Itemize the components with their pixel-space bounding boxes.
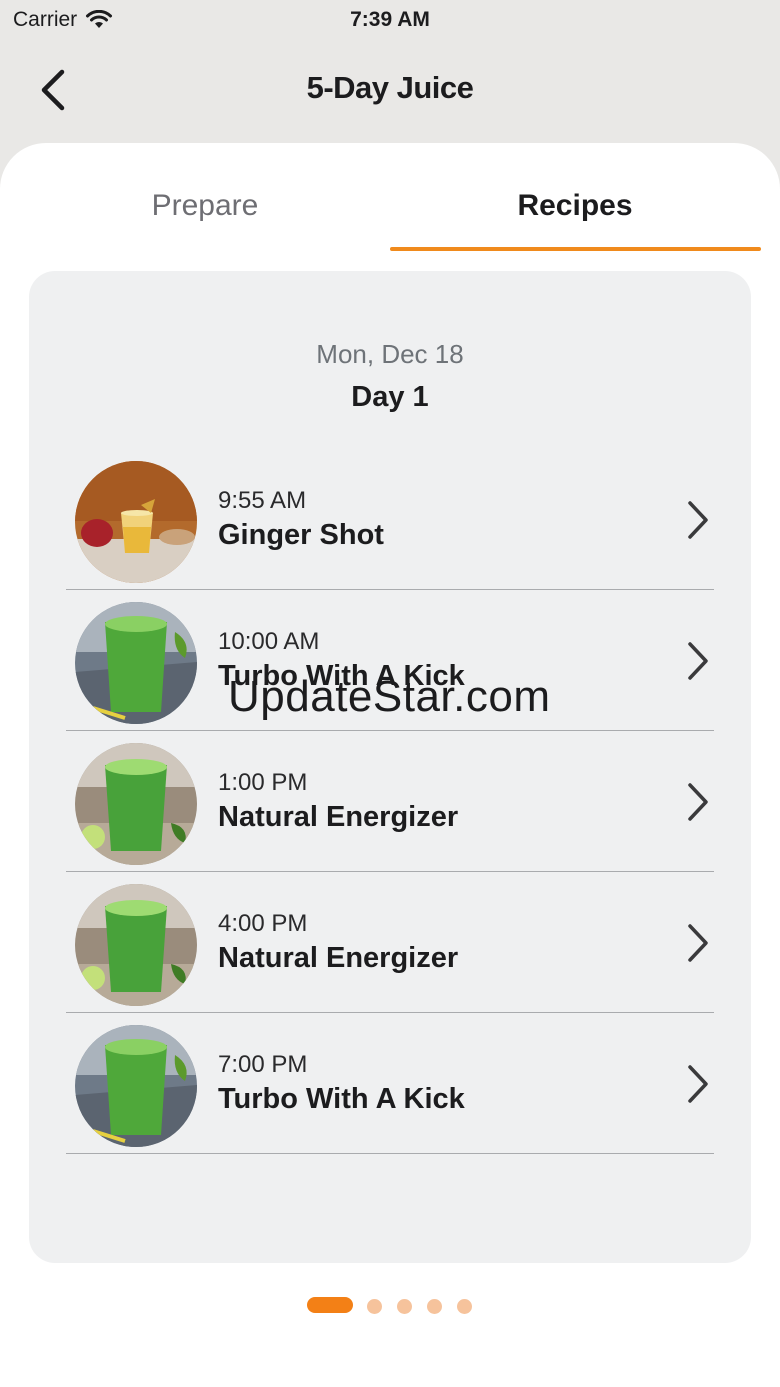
page-dot [427, 1299, 442, 1314]
green-juice-photo [75, 1025, 197, 1147]
recipe-name: Natural Energizer [218, 801, 459, 833]
tab-recipes[interactable]: Recipes [390, 189, 760, 229]
recipe-time: 10:00 AM [218, 628, 320, 655]
content-sheet: Prepare Recipes Mon, Dec 18 Day 1 9:55 A… [0, 143, 780, 1387]
green-juice-photo [75, 743, 197, 865]
page-title: 5-Day Juice [306, 70, 474, 105]
tab-bar: Prepare Recipes [0, 143, 780, 253]
day-date: Mon, Dec 18 [316, 339, 464, 369]
chevron-right-icon [688, 1065, 708, 1103]
green-juice-photo [75, 602, 197, 724]
recipe-row-ginger-shot[interactable]: 9:55 AM Ginger Shot [66, 449, 714, 590]
page-dot [397, 1299, 412, 1314]
nav-bar: 5-Day Juice [0, 50, 780, 130]
recipe-row-natural-energizer[interactable]: 1:00 PM Natural Energizer [66, 731, 714, 872]
recipe-row-turbo-with-a-kick[interactable]: 7:00 PM Turbo With A Kick [66, 1013, 714, 1154]
recipe-row-natural-energizer[interactable]: 4:00 PM Natural Energizer [66, 872, 714, 1013]
status-time: 7:39 AM [350, 8, 430, 31]
day-card: Mon, Dec 18 Day 1 9:55 AM Ginger Shot 10… [29, 271, 751, 1263]
chevron-right-icon [688, 642, 708, 680]
recipe-list: 9:55 AM Ginger Shot 10:00 AM Turbo With … [66, 449, 714, 1154]
recipe-row-turbo-with-a-kick[interactable]: 10:00 AM Turbo With A Kick [66, 590, 714, 731]
recipe-name: Turbo With A Kick [218, 660, 465, 692]
chevron-right-icon [688, 924, 708, 962]
recipe-name: Natural Energizer [218, 942, 459, 974]
chevron-right-icon [688, 783, 708, 821]
recipe-name: Turbo With A Kick [218, 1083, 465, 1115]
recipe-time: 9:55 AM [218, 487, 307, 514]
tab-prepare[interactable]: Prepare [20, 189, 390, 229]
status-bar: Carrier 7:39 AM [0, 0, 780, 40]
chevron-right-icon [688, 501, 708, 539]
page-dot [457, 1299, 472, 1314]
recipe-name: Ginger Shot [218, 519, 384, 551]
ginger-shot-photo [75, 461, 197, 583]
recipe-time: 1:00 PM [218, 769, 308, 796]
page-indicator[interactable] [0, 1296, 780, 1316]
green-juice-photo [75, 884, 197, 1006]
page-dot [367, 1299, 382, 1314]
page-dot-active [307, 1297, 353, 1313]
recipe-time: 7:00 PM [218, 1051, 308, 1078]
tab-selected-indicator [390, 247, 761, 251]
day-label: Day 1 [351, 381, 429, 413]
recipe-time: 4:00 PM [218, 910, 308, 937]
